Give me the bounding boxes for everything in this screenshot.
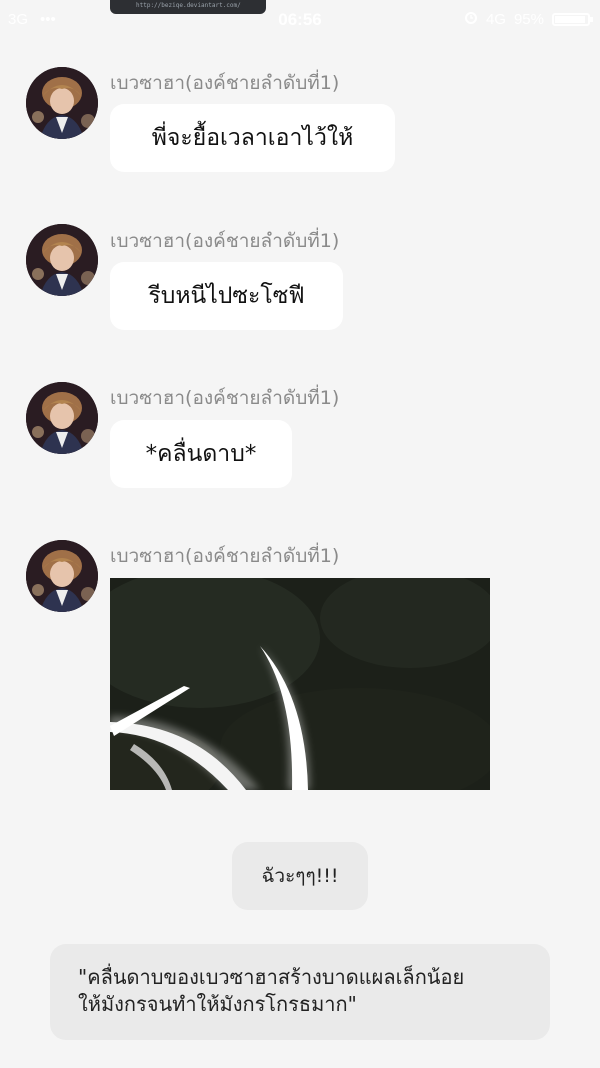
status-bar: http://beziqe.deviantart.com/ 3G ••• 06:… [0,0,600,40]
chat-screen: http://beziqe.deviantart.com/ 3G ••• 06:… [0,0,600,1068]
avatar[interactable] [26,224,98,296]
message-bubble[interactable]: พี่จะยื้อเวลาเอาไว้ให้ [110,104,395,172]
sender-name: เบวซาฮา(องค์ชายลำดับที่1) [110,230,340,252]
message-bubble[interactable]: รีบหนีไปซะโซฟี [110,262,343,330]
overlay-url: http://beziqe.deviantart.com/ [136,2,241,9]
avatar[interactable] [26,382,98,454]
avatar[interactable] [26,67,98,139]
battery-percent: 95% [513,10,544,28]
sword-wave-slash-image[interactable] [110,578,490,790]
narration-box[interactable]: "คลื่นดาบของเบวซาฮาสร้างบาดแผลเล็กน้อย ใ… [50,944,550,1040]
sender-name: เบวซาฮา(องค์ชายลำดับที่1) [110,545,340,567]
battery-icon [552,12,593,26]
data-type-label: 4G [485,10,506,28]
sound-effect-bubble[interactable]: ฉัวะๆๆ!!! [232,842,368,910]
sender-name: เบวซาฮา(องค์ชายลำดับที่1) [110,72,340,94]
sender-name: เบวซาฮา(องค์ชายลำดับที่1) [110,387,340,409]
avatar[interactable] [26,540,98,612]
message-bubble[interactable]: *คลื่นดาบ* [110,420,292,488]
narration-line: ให้มังกรจนทำให้มังกรโกรธมาก" [78,992,357,1016]
alarm-icon [464,10,478,28]
narration-line: "คลื่นดาบของเบวซาฮาสร้างบาดแผลเล็กน้อย [78,965,465,989]
